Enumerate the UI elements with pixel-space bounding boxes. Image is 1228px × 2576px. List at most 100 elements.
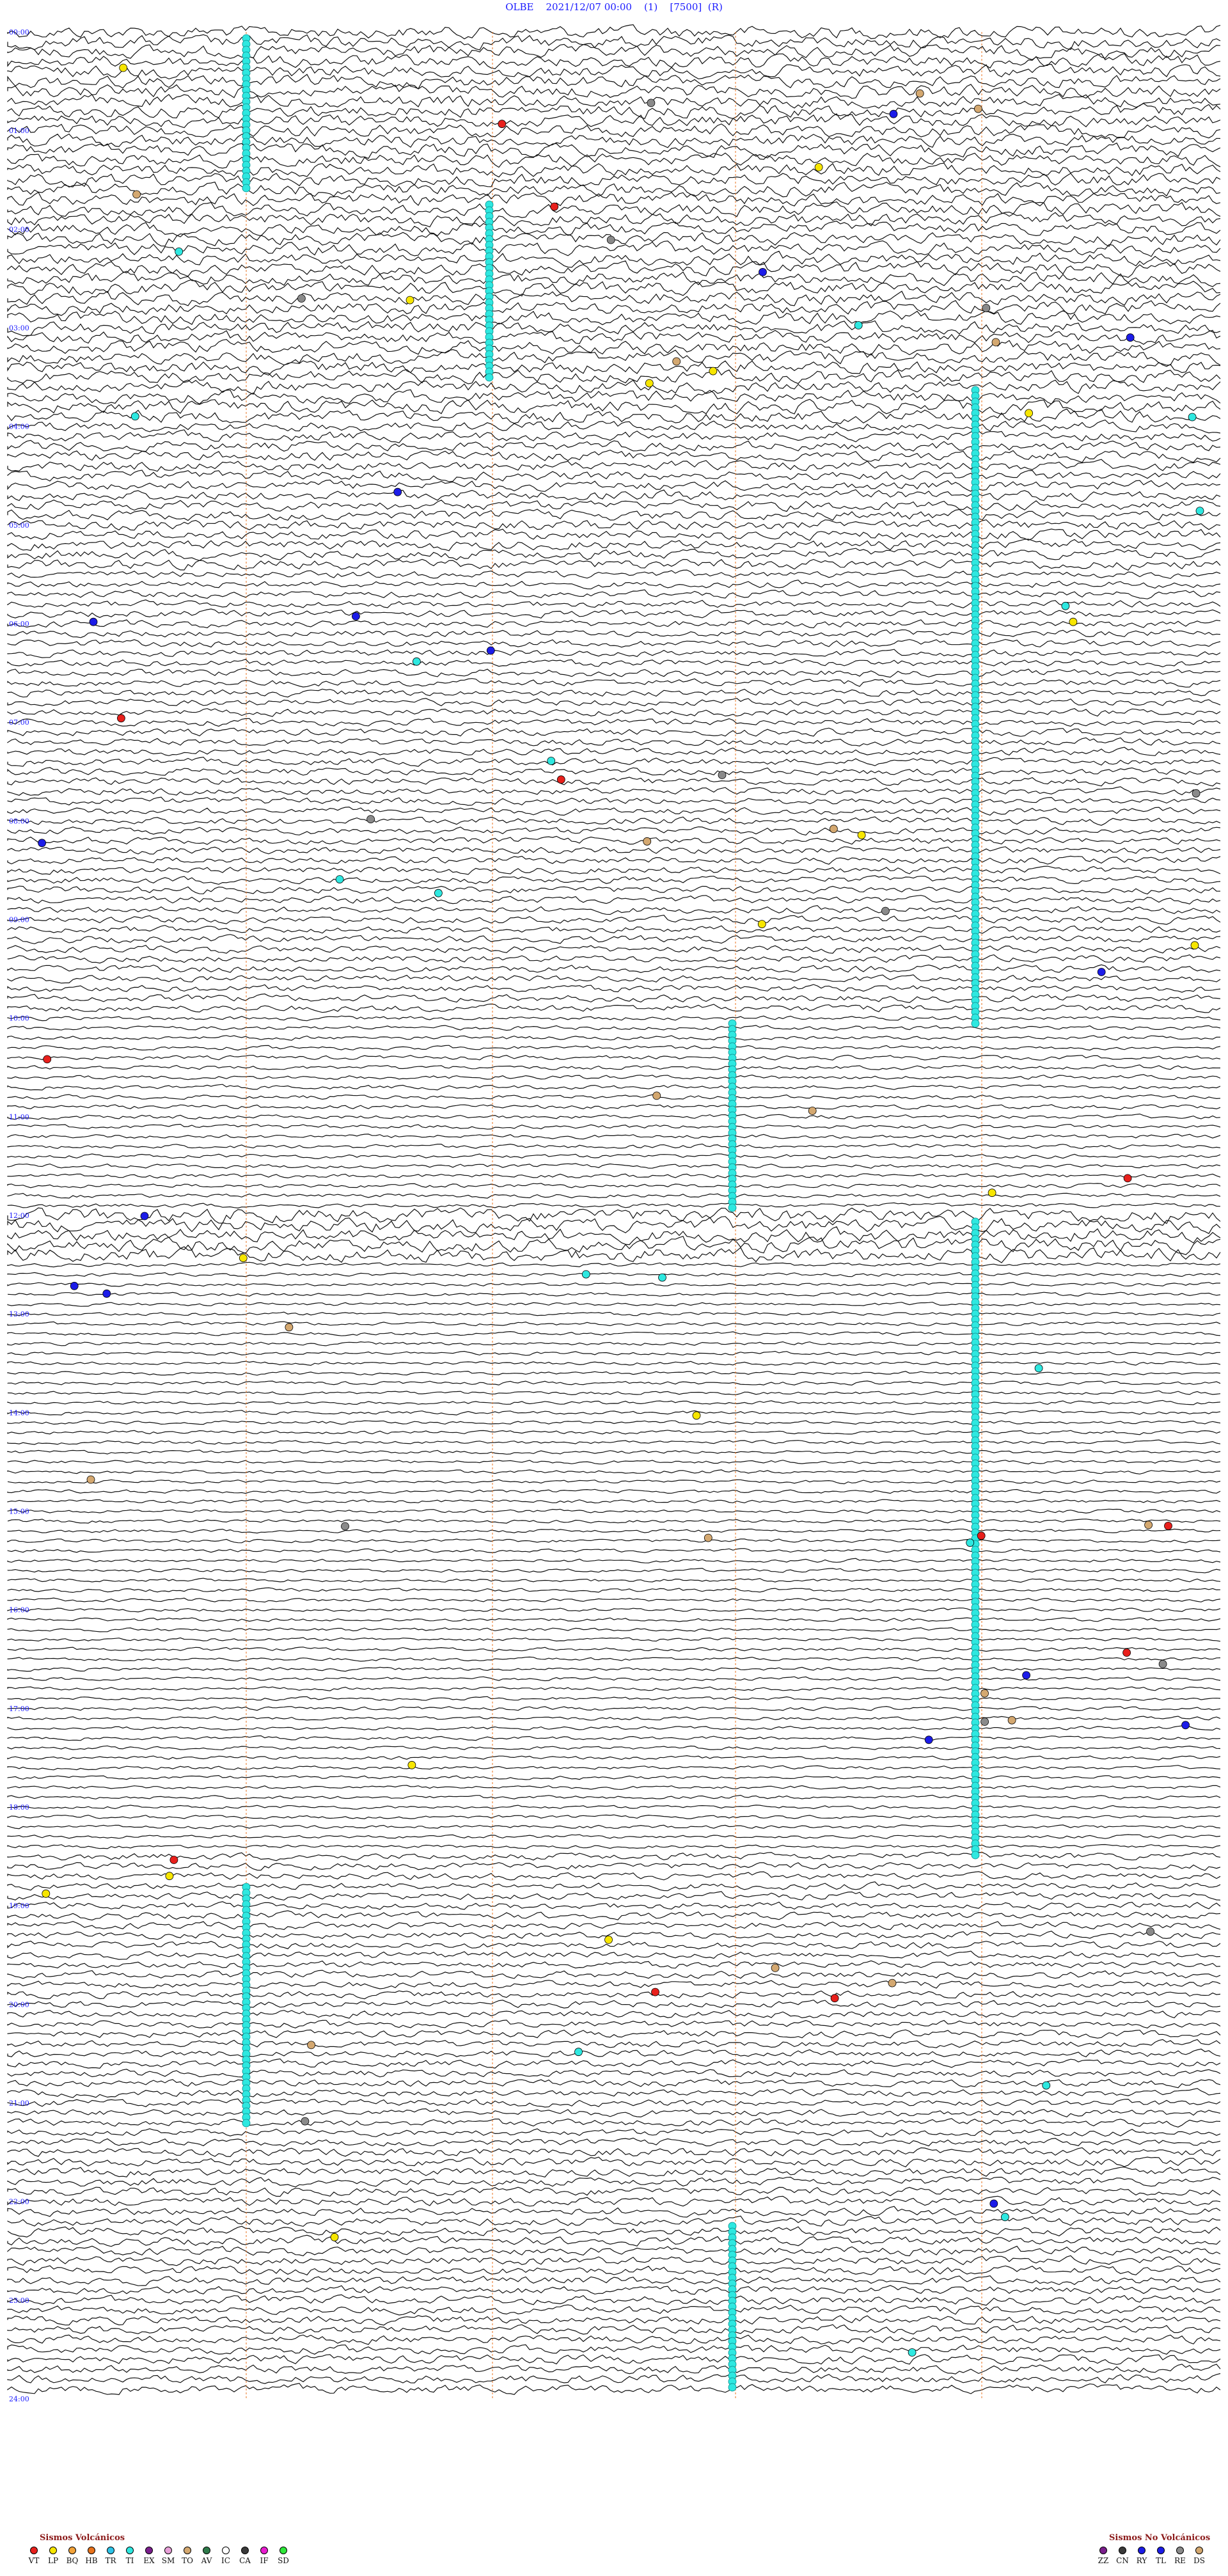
trace-line	[7, 2147, 1221, 2158]
legend-non-volcanic-item-re: RE	[1172, 2547, 1188, 2565]
event-marker-re	[606, 235, 615, 244]
trace-line	[7, 2186, 1221, 2197]
legend-code: BQ	[66, 2556, 79, 2565]
legend-dot-icon	[1099, 2547, 1107, 2554]
hour-label: 22:00	[9, 2198, 29, 2206]
trace-line	[7, 1637, 1221, 1642]
trace-line	[7, 558, 1221, 571]
event-marker-ds	[132, 190, 141, 199]
trace-line	[7, 1479, 1221, 1485]
trace-line	[7, 84, 1221, 99]
trace-line	[7, 1940, 1221, 1950]
event-marker-lp	[42, 1889, 51, 1898]
trace-line	[7, 1627, 1221, 1632]
trace-line	[7, 1015, 1221, 1022]
event-marker-ti	[485, 373, 494, 382]
trace-line	[7, 974, 1221, 984]
trace-line	[7, 2078, 1221, 2089]
trace-line	[7, 1735, 1221, 1741]
trace-line	[7, 1134, 1221, 1140]
event-marker-re	[982, 304, 991, 312]
legend-dot-icon	[30, 2547, 38, 2554]
trace-line	[7, 1891, 1221, 1901]
event-marker-vt	[1123, 1174, 1132, 1183]
trace-line	[7, 211, 1221, 228]
trace-line	[7, 1003, 1221, 1013]
hour-label: 15:00	[9, 1508, 29, 1516]
trace-line	[7, 1725, 1221, 1731]
trace-line	[7, 934, 1221, 945]
legend-dot-icon	[1157, 2547, 1165, 2554]
trace-line	[7, 2225, 1221, 2238]
trace-line	[7, 1054, 1221, 1061]
event-marker-vt	[498, 120, 507, 129]
legend-dot-icon	[279, 2547, 287, 2554]
hour-label: 03:00	[9, 324, 29, 333]
trace-line	[7, 271, 1221, 287]
trace-line	[7, 113, 1221, 129]
trace-line	[7, 1755, 1221, 1761]
legend-code: TI	[125, 2556, 134, 2565]
trace-line	[7, 470, 1221, 482]
event-marker-ti	[242, 184, 251, 193]
trace-line	[7, 1261, 1221, 1268]
trace-line	[7, 1123, 1221, 1130]
trace-line	[7, 2069, 1221, 2078]
trace-line	[7, 1861, 1221, 1871]
legend-non-volcanic-item-cn: CN	[1114, 2547, 1131, 2565]
legend-code: TL	[1156, 2556, 1166, 2565]
trace-line	[7, 816, 1221, 826]
event-marker-lp	[709, 367, 718, 375]
trace-line	[7, 1910, 1221, 1921]
event-marker-ry	[1181, 1721, 1190, 1730]
trace-line	[7, 1696, 1221, 1702]
legend-code: DS	[1193, 2556, 1205, 2565]
trace-line	[7, 1390, 1221, 1396]
trace-line	[7, 649, 1221, 658]
trace-line	[7, 1489, 1221, 1494]
legend-dot-icon	[68, 2547, 76, 2554]
trace-line	[7, 2275, 1221, 2286]
trace-line	[7, 2058, 1221, 2069]
event-marker-re	[718, 771, 727, 779]
trace-line	[7, 2137, 1221, 2147]
trace-line	[7, 1321, 1221, 1327]
event-marker-ti	[854, 321, 863, 329]
event-marker-re	[301, 2117, 310, 2126]
trace-line	[7, 993, 1221, 1004]
event-marker-ds	[980, 1689, 989, 1698]
trace-line	[7, 379, 1221, 395]
legend-non-volcanic-title: Sismos No Volcánicos	[1109, 2533, 1211, 2543]
event-marker-ds	[672, 357, 681, 366]
event-marker-ry	[1097, 968, 1106, 976]
trace-line	[7, 2039, 1221, 2048]
trace-line	[7, 499, 1221, 512]
seismogram-traces	[7, 24, 1221, 2396]
legend-non-volcanic-row: ZZ CN RY TL RE DS	[1095, 2547, 1210, 2565]
trace-line	[7, 1814, 1221, 1820]
legend-dot-icon	[164, 2547, 172, 2554]
trace-line	[7, 1647, 1221, 1652]
trace-line	[7, 162, 1221, 178]
event-marker-lp	[330, 2232, 339, 2241]
trace-line	[7, 1805, 1221, 1810]
trace-line	[7, 1235, 1221, 1256]
event-marker-vt	[556, 775, 565, 784]
legend-volcanic-title: Sismos Volcánicos	[40, 2533, 125, 2543]
trace-line	[7, 1153, 1221, 1160]
event-marker-ti	[1034, 1364, 1043, 1373]
event-marker-vt	[651, 1987, 659, 1996]
legend-dot-icon	[1119, 2547, 1126, 2554]
trace-line	[7, 1459, 1221, 1465]
legend-volcanic-item-sm: SM	[160, 2547, 177, 2565]
event-marker-lp	[604, 1935, 613, 1944]
event-marker-ti	[434, 889, 443, 897]
trace-line	[7, 737, 1221, 747]
event-marker-ry	[352, 612, 360, 620]
trace-line	[7, 1499, 1221, 1504]
trace-line	[7, 727, 1220, 737]
trace-line	[7, 310, 1221, 326]
trace-line	[7, 1113, 1221, 1120]
event-marker-lp	[1069, 617, 1078, 626]
event-marker-ry	[1126, 333, 1135, 342]
